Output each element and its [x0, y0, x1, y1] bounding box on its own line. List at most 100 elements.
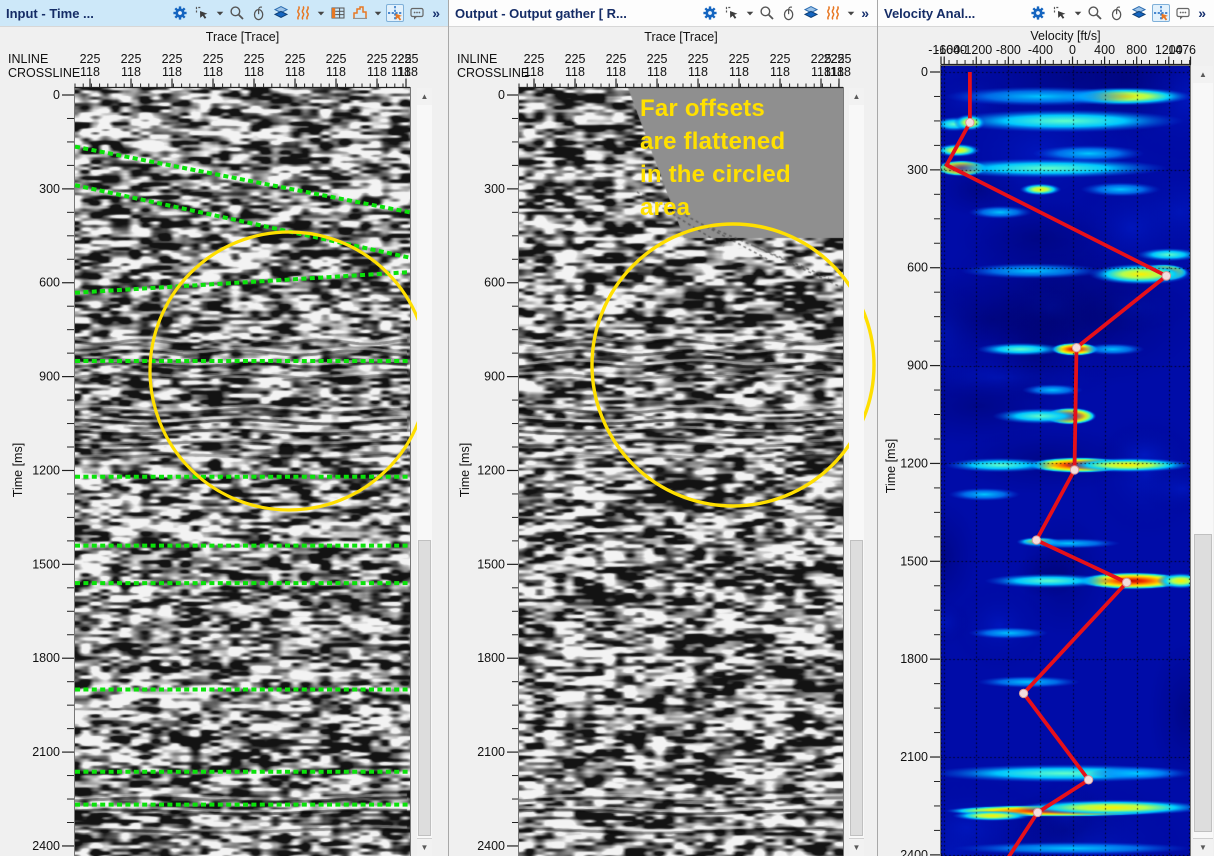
inline-value: 225: [326, 52, 347, 66]
wiggle-display-icon[interactable]: [824, 4, 842, 22]
velocity-function-line[interactable]: [947, 72, 1167, 856]
scroll-down-icon[interactable]: ▼: [849, 838, 864, 856]
chevron-down-icon[interactable]: [316, 4, 325, 22]
comment-icon[interactable]: [408, 4, 426, 22]
semblance-plot[interactable]: [941, 66, 1190, 856]
velocity-pick-marker[interactable]: [1072, 343, 1080, 351]
time-tick-label: 1800: [32, 651, 60, 665]
velocity-axis-title: Velocity [ft/s]: [941, 29, 1190, 43]
highlight-circle: [592, 224, 874, 506]
panel-header-output[interactable]: Output - Output gather [ R... »: [449, 0, 877, 27]
scrollbar-track[interactable]: [849, 105, 864, 839]
velocity-tick-label: 0: [1069, 43, 1076, 57]
inline-value: 225: [606, 52, 627, 66]
select-tool-icon[interactable]: [193, 4, 211, 22]
layers-icon[interactable]: [1130, 4, 1148, 22]
chevron-down-icon[interactable]: [846, 4, 855, 22]
time-tick-label: 300: [907, 163, 928, 177]
crosshair-icon[interactable]: [386, 4, 404, 22]
chevron-down-icon[interactable]: [745, 4, 754, 22]
time-tick-label: 2100: [900, 750, 928, 764]
inline-value: 225: [244, 52, 265, 66]
panel-header-input[interactable]: Input - Time ... »: [0, 0, 448, 27]
time-axis-label: Time [ms]: [458, 443, 472, 497]
inline-value: 225: [770, 52, 791, 66]
gear-icon[interactable]: [701, 4, 719, 22]
velocity-picks: [941, 66, 1190, 856]
gear-icon[interactable]: [171, 4, 189, 22]
time-tick-label: 0: [498, 88, 505, 102]
scrollbar[interactable]: ▲ ▼: [417, 88, 432, 856]
time-axis-label: Time [ms]: [884, 439, 898, 493]
mouse-tool-icon[interactable]: [780, 4, 798, 22]
trace-axis-title: Trace [Trace]: [519, 30, 843, 44]
toolbar-overflow-icon[interactable]: »: [430, 5, 442, 21]
layers-icon[interactable]: [802, 4, 820, 22]
velocity-pick-marker[interactable]: [1032, 536, 1040, 544]
scrollbar-track[interactable]: [417, 105, 432, 839]
zoom-icon[interactable]: [228, 4, 246, 22]
velocity-pick-marker[interactable]: [1070, 466, 1078, 474]
mouse-tool-icon[interactable]: [250, 4, 268, 22]
velocity-pick-marker[interactable]: [1084, 776, 1092, 784]
time-tick-label: 2400: [477, 839, 505, 853]
inline-value: 225: [688, 52, 709, 66]
panel-divider[interactable]: [877, 0, 878, 856]
scroll-up-icon[interactable]: ▲: [1193, 66, 1213, 84]
toolbar-overflow-icon[interactable]: »: [1196, 5, 1208, 21]
time-axis: 030060090012001500180021002400Time [ms]: [449, 88, 519, 856]
time-tick-label: 0: [921, 65, 928, 79]
histogram-icon[interactable]: [351, 4, 369, 22]
velocity-pick-marker[interactable]: [1033, 808, 1041, 816]
time-tick-label: 1800: [477, 651, 505, 665]
select-tool-icon[interactable]: [723, 4, 741, 22]
select-tool-icon[interactable]: [1051, 4, 1069, 22]
highlight-circle: [150, 232, 428, 510]
crosshair-icon[interactable]: [1152, 4, 1170, 22]
seismic-plot-input[interactable]: [75, 88, 410, 856]
trace-axis-title: Trace [Trace]: [75, 30, 410, 44]
panel-output: Output - Output gather [ R... » Trace [T…: [449, 0, 877, 856]
crossline-label: CROSSLINE: [8, 66, 80, 80]
spreadsheet-icon[interactable]: [329, 4, 347, 22]
scroll-down-icon[interactable]: ▼: [417, 838, 432, 856]
chevron-down-icon[interactable]: [373, 4, 382, 22]
comment-icon[interactable]: [1174, 4, 1192, 22]
time-tick-label: 600: [39, 276, 60, 290]
scrollbar[interactable]: ▲ ▼: [1193, 66, 1213, 856]
scroll-up-icon[interactable]: ▲: [417, 88, 432, 106]
zoom-icon[interactable]: [1086, 4, 1104, 22]
panel-header-velocity[interactable]: Velocity Anal... »: [878, 0, 1214, 27]
velocity-tick-label: -400: [1028, 43, 1053, 57]
velocity-pick-marker[interactable]: [1019, 689, 1027, 697]
layers-icon[interactable]: [272, 4, 290, 22]
toolbar: »: [701, 4, 871, 22]
inline-value: 225: [831, 52, 852, 66]
time-tick-label: 600: [907, 261, 928, 275]
panel-title: Input - Time ...: [6, 6, 94, 21]
panel-divider[interactable]: [448, 0, 449, 856]
zoom-icon[interactable]: [758, 4, 776, 22]
velocity-pick-marker[interactable]: [966, 118, 974, 126]
scrollbar[interactable]: ▲ ▼: [849, 88, 864, 856]
time-tick-label: 900: [907, 359, 928, 373]
inline-value: 225: [565, 52, 586, 66]
chevron-down-icon[interactable]: [215, 4, 224, 22]
scrollbar-thumb[interactable]: [850, 540, 863, 836]
seismic-workspace: Input - Time ... » Trace [Trace] INLINE …: [0, 0, 1214, 856]
wiggle-display-icon[interactable]: [294, 4, 312, 22]
time-tick-label: 1800: [900, 652, 928, 666]
velocity-pick-marker[interactable]: [1162, 272, 1170, 280]
mouse-tool-icon[interactable]: [1108, 4, 1126, 22]
scroll-down-icon[interactable]: ▼: [1193, 838, 1213, 856]
gear-icon[interactable]: [1029, 4, 1047, 22]
velocity-pick-marker[interactable]: [1122, 578, 1130, 586]
toolbar-overflow-icon[interactable]: »: [859, 5, 871, 21]
scrollbar-thumb[interactable]: [418, 540, 431, 836]
seismic-plot-output[interactable]: Far offsets are flattened in the circled…: [519, 88, 843, 856]
chevron-down-icon[interactable]: [1073, 4, 1082, 22]
scrollbar-thumb[interactable]: [1194, 534, 1212, 832]
velocity-tick-label: -800: [996, 43, 1021, 57]
scroll-up-icon[interactable]: ▲: [849, 88, 864, 106]
scrollbar-track[interactable]: [1193, 83, 1213, 839]
